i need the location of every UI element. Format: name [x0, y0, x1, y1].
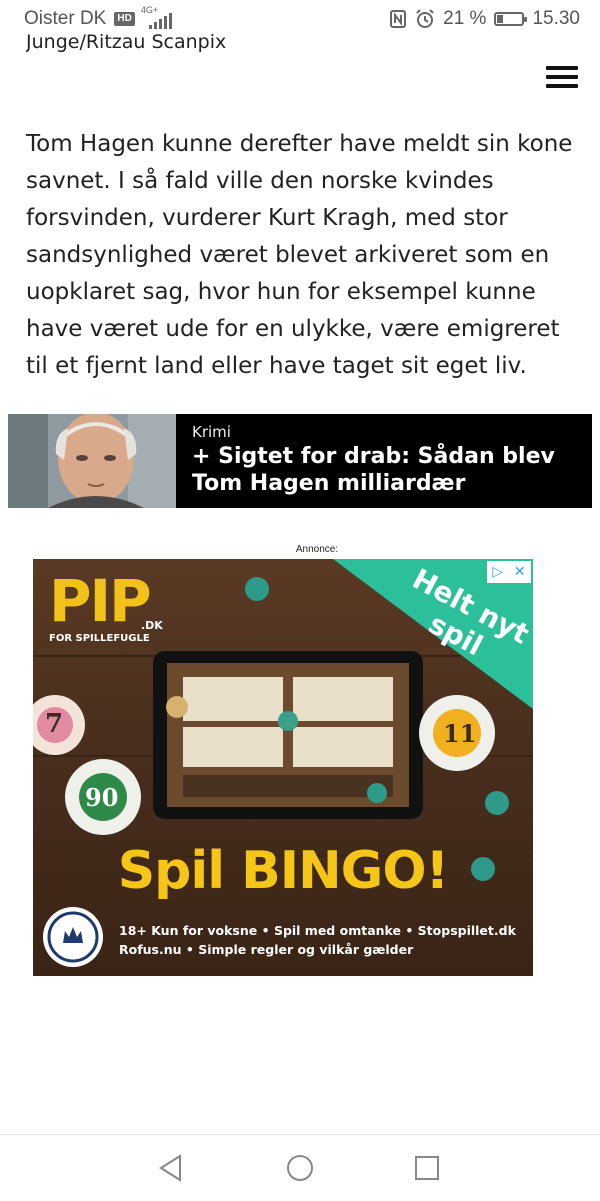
hd-badge: HD: [114, 12, 135, 26]
status-bar: Oister DK HD 4G+ 21 % 15.30: [0, 0, 600, 38]
ad-disclaimer: 18+ Kun for voksne • Spil med omtanke • …: [119, 921, 516, 959]
home-circle-icon[interactable]: [285, 1153, 315, 1183]
nfc-icon: [390, 10, 407, 28]
adchoices-icon[interactable]: ▷ ✕: [487, 561, 531, 583]
status-left: Oister DK HD 4G+: [24, 5, 175, 30]
article-paragraph: Tom Hagen kunne derefter have meldt sin …: [26, 131, 573, 379]
adchoices-play-icon: ▷: [492, 564, 504, 580]
ad-close-icon[interactable]: ✕: [514, 564, 526, 580]
ad-disclaimer-line-1: 18+ Kun for voksne • Spil med omtanke • …: [119, 923, 516, 938]
photo-credit: Junge/Ritzau Scanpix: [26, 34, 227, 53]
ad-headline: Spil BINGO!: [117, 841, 450, 901]
ad-label: Annonce:: [295, 544, 339, 555]
ball-number-90: 90: [85, 783, 119, 812]
recents-square-icon[interactable]: [412, 1153, 442, 1183]
teaser-kicker: Krimi: [192, 423, 231, 441]
signal-bars: [148, 13, 175, 29]
ball-number-11: 11: [443, 719, 477, 748]
back-triangle-icon[interactable]: [156, 1153, 186, 1183]
ball-number-7: 7: [45, 709, 64, 739]
battery-percent: 21 %: [443, 8, 487, 29]
ad-logo-suffix: .DK: [141, 619, 163, 632]
related-article-teaser[interactable]: Krimi + Sigtet for drab: Sådan blev Tom …: [8, 414, 592, 508]
ad-logo: PIP: [49, 567, 152, 635]
status-right: 21 % 15.30: [389, 8, 580, 30]
hamburger-menu-icon[interactable]: [546, 66, 578, 90]
teaser-title[interactable]: + Sigtet for drab: Sådan blev Tom Hagen …: [192, 443, 576, 497]
ad-disclaimer-line-2: Rofus.nu • Simple regler og vilkår gælde…: [119, 942, 414, 957]
teaser-text: Krimi + Sigtet for drab: Sådan blev Tom …: [176, 414, 592, 508]
navigation-bar: [0, 1134, 600, 1201]
alarm-icon: [416, 9, 434, 28]
battery-icon: [494, 12, 528, 26]
teaser-thumbnail: [8, 414, 176, 508]
signal-icon: 4G+: [141, 5, 175, 29]
ad-logo-tagline: FOR SPILLEFUGLE: [49, 633, 150, 644]
carrier-name: Oister DK: [24, 8, 107, 29]
ad-banner[interactable]: PIP .DK FOR SPILLEFUGLE Helt nyt spil 7 …: [33, 559, 533, 976]
clock: 15.30: [532, 8, 580, 29]
